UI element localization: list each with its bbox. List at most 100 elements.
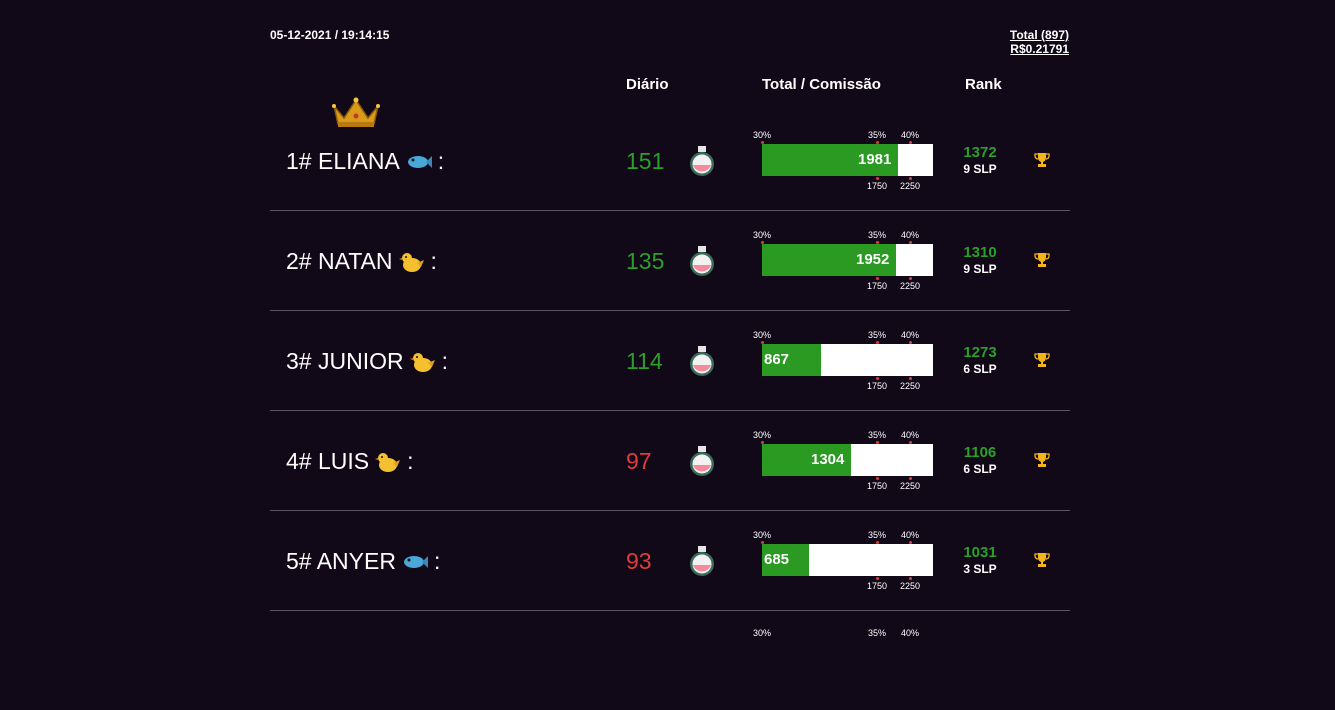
- total-rate[interactable]: R$0.21791: [1010, 42, 1069, 56]
- mark-2250-label: 2250: [900, 381, 921, 391]
- pct-40-label: 40%: [901, 530, 920, 540]
- rank-slp: 3 SLP: [963, 562, 997, 576]
- mark-1750-marker: [876, 277, 879, 280]
- chick-icon: [409, 352, 435, 372]
- mark-2250-label: 2250: [900, 481, 921, 491]
- total-value: 1952: [856, 251, 890, 268]
- player-name-suffix: :: [433, 548, 441, 574]
- pct-40-marker: [909, 341, 912, 344]
- total-count[interactable]: Total (897): [1010, 28, 1069, 42]
- player-row: 4# LUIS : 97 30% 35% 40% 1304 1750 2250 …: [270, 410, 1070, 511]
- rank-value: 1372: [963, 144, 997, 161]
- pct-35-marker: [876, 341, 879, 344]
- pct-30-label: 30%: [753, 628, 772, 638]
- mark-2250-marker: [909, 477, 912, 480]
- player-row: 5# ANYER : 93 30% 35% 40% 685 1750 2250 …: [270, 510, 1070, 611]
- pct-40-marker: [909, 541, 912, 544]
- total-progress-bar: 30% 35% 40% 867 1750 2250: [753, 330, 933, 391]
- mark-2250-marker: [909, 177, 912, 180]
- player-row: 3# JUNIOR : 114 30% 35% 40% 867 1750 225…: [270, 310, 1070, 411]
- player-row: 2# NATAN : 135 30% 35% 40% 1952 1750 225…: [270, 210, 1070, 311]
- pct-40-label: 40%: [901, 430, 920, 440]
- trophy-icon[interactable]: [1034, 252, 1050, 268]
- total-value: 867: [764, 351, 790, 368]
- column-header-daily: Diário: [626, 76, 669, 93]
- total-progress-bar: 30% 35% 40% 1981 1750 2250: [753, 130, 933, 191]
- pct-30-label: 30%: [753, 130, 772, 140]
- player-row-partial: 30% 35% 40%: [270, 610, 1070, 710]
- potion-icon: [688, 445, 716, 477]
- mark-2250-marker: [909, 277, 912, 280]
- player-name: 2# NATAN :: [286, 248, 437, 275]
- player-name-suffix: :: [441, 348, 448, 374]
- mark-1750-marker: [876, 477, 879, 480]
- chick-icon: [375, 452, 401, 472]
- potion-icon: [688, 345, 716, 377]
- rank-slp: 9 SLP: [963, 162, 997, 176]
- pct-40-label: 40%: [901, 330, 920, 340]
- mark-2250-label: 2250: [900, 281, 921, 291]
- player-name-text: 2# NATAN: [286, 248, 393, 274]
- pct-40-label: 40%: [901, 130, 920, 140]
- potion-icon: [688, 245, 716, 277]
- daily-value: 135: [626, 248, 665, 274]
- total-progress-bar: 30% 35% 40% 1952 1750 2250: [753, 230, 933, 291]
- player-name-text: 3# JUNIOR: [286, 348, 404, 374]
- mark-2250-label: 2250: [900, 581, 921, 591]
- daily-value: 97: [626, 448, 652, 474]
- potion-icon: [688, 145, 716, 177]
- pct-35-marker: [876, 541, 879, 544]
- pct-30-label: 30%: [753, 230, 772, 240]
- rank-value: 1273: [963, 344, 997, 361]
- pct-40-label: 40%: [901, 628, 920, 638]
- daily-value: 114: [626, 348, 663, 374]
- mark-1750-label: 1750: [867, 381, 888, 391]
- trophy-icon[interactable]: [1034, 552, 1050, 568]
- pct-40-marker: [909, 441, 912, 444]
- pct-40-label: 40%: [901, 230, 920, 240]
- rank-slp: 6 SLP: [963, 462, 997, 476]
- pct-35-label: 35%: [868, 130, 887, 140]
- total-summary[interactable]: Total (897) R$0.21791: [1010, 28, 1069, 56]
- daily-value: 93: [626, 548, 652, 574]
- rank-value: 1106: [963, 444, 997, 461]
- total-value: 1304: [811, 451, 845, 468]
- player-row: 1# ELIANA : 151 30% 35% 40% 1981 1750 22…: [270, 110, 1070, 211]
- player-name: 3# JUNIOR :: [286, 348, 448, 375]
- player-name-suffix: :: [407, 448, 414, 474]
- mark-2250-label: 2250: [900, 181, 921, 191]
- fish-icon: [403, 555, 428, 568]
- rank-slp: 9 SLP: [963, 262, 997, 276]
- chick-icon: [398, 252, 424, 272]
- pct-35-marker: [876, 441, 879, 444]
- player-name: 1# ELIANA :: [286, 148, 444, 175]
- player-name-text: 5# ANYER: [286, 548, 396, 574]
- mark-1750-marker: [876, 377, 879, 380]
- pct-30-label: 30%: [753, 330, 772, 340]
- trophy-icon[interactable]: [1034, 152, 1050, 168]
- trophy-icon[interactable]: [1034, 452, 1050, 468]
- total-progress-bar: 30% 35% 40% 1304 1750 2250: [753, 430, 933, 491]
- total-value: 1981: [858, 151, 892, 168]
- pct-35-label: 35%: [868, 330, 887, 340]
- trophy-icon[interactable]: [1034, 352, 1050, 368]
- player-name-suffix: :: [437, 148, 445, 174]
- mark-2250-marker: [909, 377, 912, 380]
- player-name-text: 1# ELIANA: [286, 148, 400, 174]
- player-name: 5# ANYER :: [286, 548, 440, 575]
- daily-value: 151: [626, 148, 665, 174]
- total-progress-bar-partial: 30% 35% 40%: [753, 610, 933, 644]
- pct-40-marker: [909, 141, 912, 144]
- total-progress-bar: 30% 35% 40% 685 1750 2250: [753, 530, 933, 591]
- player-name-suffix: :: [430, 248, 437, 274]
- potion-icon: [688, 545, 716, 577]
- player-name-text: 4# LUIS: [286, 448, 370, 474]
- rank-value: 1031: [963, 544, 997, 561]
- rank-slp: 6 SLP: [963, 362, 997, 376]
- mark-1750-label: 1750: [867, 581, 888, 591]
- timestamp: 05-12-2021 / 19:14:15: [270, 28, 390, 42]
- pct-35-label: 35%: [868, 530, 887, 540]
- player-name: 4# LUIS :: [286, 448, 414, 475]
- pct-35-label: 35%: [868, 628, 887, 638]
- mark-1750-marker: [876, 577, 879, 580]
